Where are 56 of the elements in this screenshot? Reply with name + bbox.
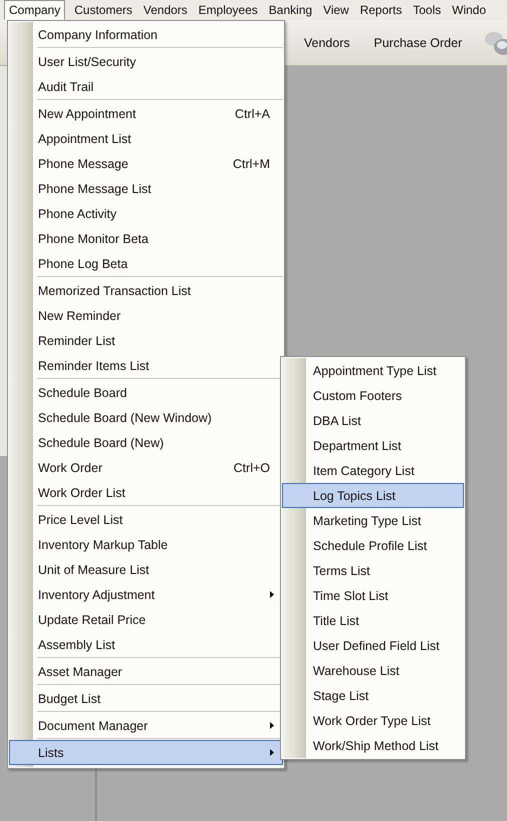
menu-item[interactable]: Memorized Transaction List <box>9 278 283 303</box>
menu-item[interactable]: Company Information <box>9 22 283 47</box>
menu-item[interactable]: Document Manager <box>9 713 283 738</box>
menu-item[interactable]: Lists <box>9 740 283 765</box>
menu-item[interactable]: Title List <box>282 608 464 633</box>
menu-bar-item[interactable]: Tools <box>408 0 446 20</box>
menu-bar-item[interactable]: Company <box>4 0 66 20</box>
menu-item[interactable]: Work Order Type List <box>282 708 464 733</box>
menu-item[interactable]: Warehouse List <box>282 658 464 683</box>
menu-item[interactable]: Work Order Ctrl+O <box>9 455 283 480</box>
menu-item[interactable]: Price Level List <box>9 507 283 532</box>
menu-item[interactable]: Reminder List <box>9 328 283 353</box>
toolbar-button[interactable]: Vendors <box>304 36 350 50</box>
menu-item[interactable]: Inventory Markup Table <box>9 532 283 557</box>
menu-item[interactable]: Phone Monitor Beta <box>9 226 283 251</box>
menu-item[interactable]: Custom Footers <box>282 383 464 408</box>
menu-bar-item[interactable]: Windo <box>447 0 492 20</box>
menu-item[interactable]: Work Order List <box>9 480 283 505</box>
toolbar-button[interactable]: Purchase Order <box>374 36 462 50</box>
menu-item[interactable]: Schedule Board (New) <box>9 430 283 455</box>
menu-item[interactable]: New Reminder <box>9 303 283 328</box>
menu-item[interactable]: Unit of Measure List <box>9 557 283 582</box>
menu-bar-item[interactable]: Customers <box>69 0 138 20</box>
menu-item[interactable]: Asset Manager <box>9 659 283 684</box>
menu-item[interactable]: Update Retail Price <box>9 607 283 632</box>
menu-item[interactable]: Inventory Adjustment <box>9 582 283 607</box>
menu-item[interactable]: Time Slot List <box>282 583 464 608</box>
menu-bar-item[interactable]: Vendors <box>138 0 192 20</box>
menu-item[interactable]: Assembly List <box>9 632 283 657</box>
menu-item[interactable]: Phone Message List <box>9 176 283 201</box>
menu-item[interactable]: Terms List <box>282 558 464 583</box>
menu-item[interactable]: Schedule Board (New Window) <box>9 405 283 430</box>
menu-item[interactable]: New Appointment Ctrl+A <box>9 101 283 126</box>
menu-item[interactable]: Schedule Profile List <box>282 533 464 558</box>
menu-item[interactable]: Item Category List <box>282 458 464 483</box>
menu-bar-item[interactable]: Employees <box>193 0 263 20</box>
menu-bar-item[interactable]: Banking <box>264 0 318 20</box>
menu-bar-item[interactable]: View <box>318 0 354 20</box>
menu-item[interactable]: DBA List <box>282 408 464 433</box>
menu-item[interactable]: Appointment List <box>9 126 283 151</box>
menu-item[interactable]: Marketing Type List <box>282 508 464 533</box>
menu-item[interactable]: Stage List <box>282 683 464 708</box>
menu-item[interactable]: User Defined Field List <box>282 633 464 658</box>
menu-item[interactable]: Phone Log Beta <box>9 251 283 276</box>
menu-item[interactable]: Audit Trail <box>9 74 283 99</box>
menu-item[interactable]: Appointment Type List <box>282 358 464 383</box>
menu-item[interactable]: Reminder Items List <box>9 353 283 378</box>
menu-item[interactable]: Schedule Board <box>9 380 283 405</box>
menu-bar-item[interactable]: Reports <box>354 0 407 20</box>
menu-item[interactable]: User List/Security <box>9 49 283 74</box>
menu-item[interactable]: Department List <box>282 433 464 458</box>
menu-item[interactable]: Log Topics List <box>282 483 464 508</box>
menu-item[interactable]: Phone Message Ctrl+M <box>9 151 283 176</box>
menu-item[interactable]: Work/Ship Method List <box>282 733 464 758</box>
menu-item[interactable]: Phone Activity <box>9 201 283 226</box>
menu-item[interactable]: Budget List <box>9 686 283 711</box>
